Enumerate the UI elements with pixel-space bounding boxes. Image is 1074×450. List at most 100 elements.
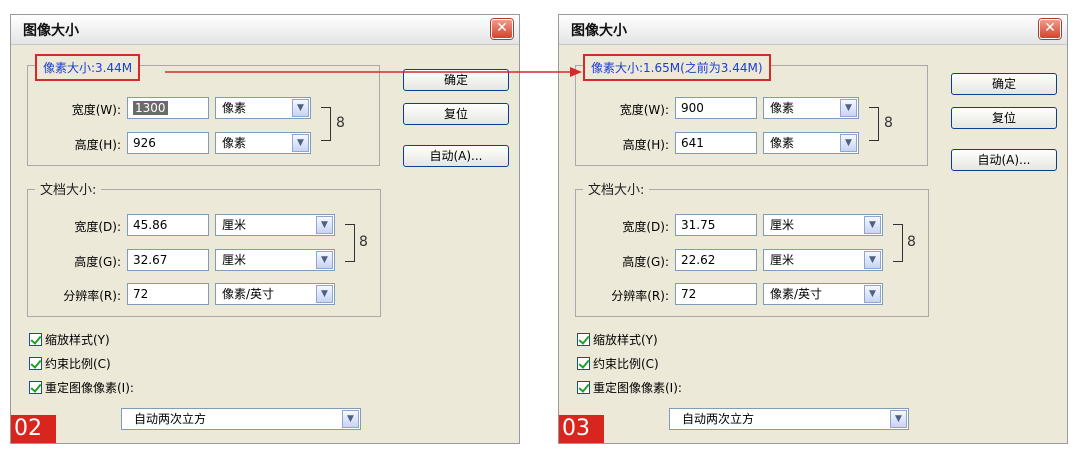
pixel-width-unit-select[interactable]: 像素 ▼	[763, 97, 859, 119]
resample-method-value: 自动两次立方	[134, 412, 207, 426]
chevron-down-icon: ▼	[316, 285, 333, 303]
step-badge: 02	[11, 415, 56, 443]
doc-width-unit: 厘米	[222, 218, 247, 232]
resample-checkbox[interactable]: 重定图像像素(I):	[29, 381, 134, 396]
chevron-down-icon: ▼	[316, 251, 333, 269]
resolution-input[interactable]: 72	[127, 283, 209, 305]
resolution-label: 分辨率(R):	[63, 289, 121, 303]
resolution-unit: 像素/英寸	[222, 287, 275, 301]
constrain-proportions-checkbox[interactable]: 约束比例(C)	[577, 357, 659, 372]
doc-link-bracket	[345, 224, 355, 262]
constrain-label: 约束比例(C)	[593, 357, 659, 371]
pixel-width-label: 宽度(W):	[71, 103, 121, 117]
document-size-label: 文档大小:	[35, 179, 102, 198]
pixel-height-unit: 像素	[222, 136, 247, 150]
doc-height-input[interactable]: 32.67	[127, 249, 209, 271]
doc-width-unit: 厘米	[770, 218, 795, 232]
doc-width-unit-select[interactable]: 厘米 ▼	[215, 214, 335, 236]
doc-height-unit-select[interactable]: 厘米 ▼	[215, 249, 335, 271]
pixel-height-input[interactable]: 641	[675, 132, 757, 154]
checkmark-icon	[577, 333, 590, 346]
dialog-title: 图像大小	[23, 23, 79, 39]
chevron-down-icon: ▼	[840, 134, 857, 152]
pixel-height-unit-select[interactable]: 像素 ▼	[215, 132, 311, 154]
chain-link-icon: 8	[359, 234, 368, 250]
scale-styles-label: 缩放样式(Y)	[593, 333, 658, 347]
pixel-height-label: 高度(H):	[74, 138, 121, 152]
doc-height-unit: 厘米	[770, 253, 795, 267]
doc-height-label: 高度(G):	[74, 255, 121, 269]
chain-link-icon: 8	[884, 115, 893, 131]
resample-method-value: 自动两次立方	[682, 412, 755, 426]
resolution-unit: 像素/英寸	[770, 287, 823, 301]
resample-method-select[interactable]: 自动两次立方 ▼	[121, 408, 361, 430]
doc-link-bracket	[893, 224, 903, 262]
scale-styles-checkbox[interactable]: 缩放样式(Y)	[577, 333, 658, 348]
pixel-link-bracket	[321, 107, 331, 141]
pixel-link-bracket	[869, 107, 879, 141]
pixel-height-label: 高度(H):	[622, 138, 669, 152]
checkmark-icon	[29, 381, 42, 394]
resample-checkbox[interactable]: 重定图像像素(I):	[577, 381, 682, 396]
doc-height-label: 高度(G):	[622, 255, 669, 269]
resample-label: 重定图像像素(I):	[45, 381, 134, 395]
pixel-height-unit: 像素	[770, 136, 795, 150]
auto-button[interactable]: 自动(A)...	[951, 149, 1057, 171]
pixel-height-input[interactable]: 926	[127, 132, 209, 154]
resolution-unit-select[interactable]: 像素/英寸 ▼	[215, 283, 335, 305]
chevron-down-icon: ▼	[864, 285, 881, 303]
ok-button[interactable]: 确定	[403, 69, 509, 91]
chain-link-icon: 8	[336, 115, 345, 131]
resample-method-select[interactable]: 自动两次立方 ▼	[669, 408, 909, 430]
pixel-width-value: 1300	[133, 101, 168, 115]
doc-height-input[interactable]: 22.62	[675, 249, 757, 271]
resample-label: 重定图像像素(I):	[593, 381, 682, 395]
checkmark-icon	[577, 357, 590, 370]
chain-link-icon: 8	[907, 234, 916, 250]
checkmark-icon	[577, 381, 590, 394]
reset-button[interactable]: 复位	[951, 107, 1057, 129]
doc-height-unit: 厘米	[222, 253, 247, 267]
image-size-dialog-after: 图像大小 ✕ 像素大小:1.65M(之前为3.44M) 宽度(W): 900 像…	[558, 14, 1068, 444]
pixel-width-label: 宽度(W):	[619, 103, 669, 117]
close-icon[interactable]: ✕	[491, 19, 513, 39]
scale-styles-label: 缩放样式(Y)	[45, 333, 110, 347]
title-bar: 图像大小 ✕	[11, 15, 519, 45]
chevron-down-icon: ▼	[864, 251, 881, 269]
constrain-proportions-checkbox[interactable]: 约束比例(C)	[29, 357, 111, 372]
chevron-down-icon: ▼	[292, 134, 309, 152]
chevron-down-icon: ▼	[292, 99, 309, 117]
doc-width-input[interactable]: 45.86	[127, 214, 209, 236]
pixel-size-label: 像素大小:3.44M	[35, 54, 141, 81]
doc-width-label: 宽度(D):	[622, 220, 669, 234]
ok-button[interactable]: 确定	[951, 73, 1057, 95]
close-icon[interactable]: ✕	[1039, 19, 1061, 39]
pixel-width-input[interactable]: 900	[675, 97, 757, 119]
resolution-unit-select[interactable]: 像素/英寸 ▼	[763, 283, 883, 305]
constrain-label: 约束比例(C)	[45, 357, 111, 371]
doc-width-unit-select[interactable]: 厘米 ▼	[763, 214, 883, 236]
dialog-title: 图像大小	[571, 23, 627, 39]
resolution-input[interactable]: 72	[675, 283, 757, 305]
title-bar: 图像大小 ✕	[559, 15, 1067, 45]
step-badge: 03	[559, 415, 604, 443]
resolution-label: 分辨率(R):	[611, 289, 669, 303]
doc-height-unit-select[interactable]: 厘米 ▼	[763, 249, 883, 271]
chevron-down-icon: ▼	[864, 216, 881, 234]
auto-button[interactable]: 自动(A)...	[403, 145, 509, 167]
reset-button[interactable]: 复位	[403, 103, 509, 125]
pixel-size-label: 像素大小:1.65M(之前为3.44M)	[583, 54, 771, 81]
doc-width-label: 宽度(D):	[74, 220, 121, 234]
image-size-dialog-before: 图像大小 ✕ 像素大小:3.44M 宽度(W): 1300 像素 ▼ 高度(H):…	[10, 14, 520, 444]
chevron-down-icon: ▼	[890, 410, 907, 428]
pixel-width-input[interactable]: 1300	[127, 97, 209, 119]
pixel-width-unit: 像素	[770, 101, 795, 115]
pixel-width-unit-select[interactable]: 像素 ▼	[215, 97, 311, 119]
doc-width-input[interactable]: 31.75	[675, 214, 757, 236]
chevron-down-icon: ▼	[342, 410, 359, 428]
document-size-label: 文档大小:	[583, 179, 650, 198]
chevron-down-icon: ▼	[316, 216, 333, 234]
pixel-width-unit: 像素	[222, 101, 247, 115]
scale-styles-checkbox[interactable]: 缩放样式(Y)	[29, 333, 110, 348]
pixel-height-unit-select[interactable]: 像素 ▼	[763, 132, 859, 154]
